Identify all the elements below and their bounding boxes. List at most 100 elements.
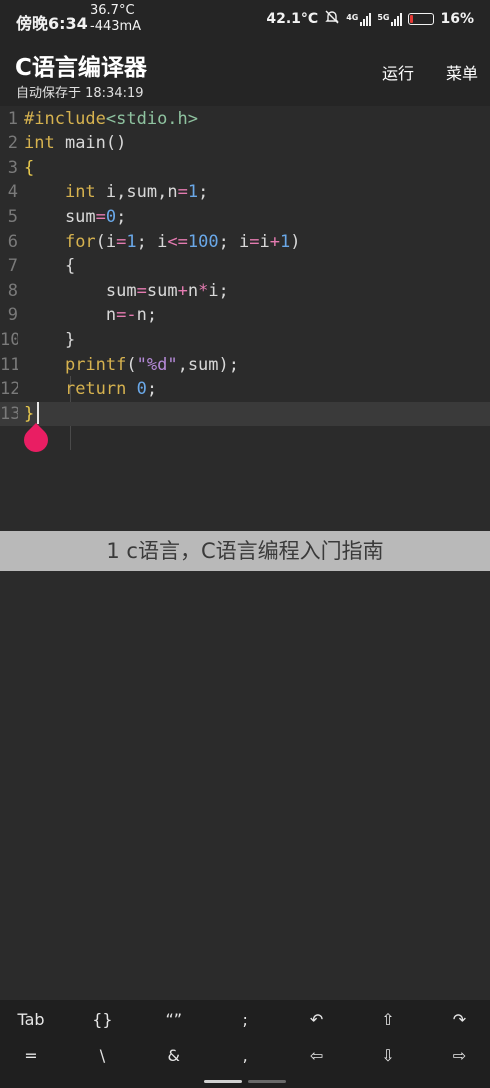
code-line[interactable]: 8 sum=sum+n*i; [0, 279, 490, 304]
code-token-operator: = [249, 231, 260, 252]
code-token-operator: + [269, 231, 281, 252]
code-token-default: ; i [136, 231, 168, 252]
line-number: 4 [7, 182, 18, 203]
line-number: 6 [7, 231, 18, 252]
keyboard-key[interactable]: & [139, 1038, 209, 1074]
code-token-number: 1 [187, 182, 199, 203]
keyboard-key[interactable]: \ [67, 1038, 137, 1074]
app-header: C语言编译器 自动保存于 18:34:19 运行 菜单 [0, 40, 490, 106]
code-token-operator: * [198, 280, 209, 301]
code-token-default: ,sum); [177, 354, 239, 375]
keyboard-key[interactable]: ⇦ [282, 1038, 352, 1074]
code-token-default: n [187, 280, 199, 301]
code-token-default: sum [146, 280, 178, 301]
code-token-operator: = [177, 182, 188, 203]
code-token-default: (i [95, 231, 117, 252]
code-token-default: } [24, 329, 76, 350]
code-token-default: i,sum,n [95, 182, 178, 203]
code-token-default: { [24, 256, 76, 277]
code-text: sum=0; [24, 205, 126, 230]
code-token-operator: =- [116, 305, 137, 326]
status-temperature: 36.7°C -443mA [90, 3, 141, 35]
code-token-brace: } [24, 403, 35, 424]
line-number: 9 [7, 305, 18, 326]
line-number: 12 [0, 379, 18, 400]
code-line[interactable]: 6 for(i=1; i<=100; i=i+1) [0, 230, 490, 255]
code-token-number: 0 [105, 206, 117, 227]
battery-fill [410, 15, 414, 23]
code-token-default [24, 355, 65, 375]
signal-5g-icon: 5G [377, 12, 403, 26]
code-token-number: 100 [187, 231, 219, 252]
keyboard-key[interactable]: , [210, 1038, 280, 1074]
home-indicator[interactable] [204, 1080, 242, 1083]
code-line[interactable]: 13} [0, 401, 490, 427]
code-token-operator: + [177, 280, 188, 301]
keyboard-key[interactable]: ↷ [424, 1002, 490, 1038]
run-button[interactable]: 运行 [382, 60, 414, 84]
status-time: 傍晚6:34 [16, 14, 88, 33]
code-text: sum=sum+n*i; [24, 279, 229, 304]
code-text: #include<stdio.h> [24, 107, 198, 132]
code-token-default: n; [136, 305, 158, 326]
battery-percent: 16% [440, 11, 474, 27]
code-text: { [24, 254, 75, 279]
keyboard-key[interactable]: “” [139, 1002, 209, 1038]
keyboard-key[interactable]: = [0, 1038, 66, 1074]
code-token-default: ; [146, 379, 158, 400]
code-line[interactable]: 11 printf("%d",sum); [0, 353, 490, 378]
code-token-default [126, 379, 136, 399]
line-number: 8 [7, 280, 18, 301]
code-token-brace: { [24, 157, 35, 178]
code-text: { [24, 156, 34, 181]
status-bar: 傍晚6:34 36.7°C -443mA 42.1°C 4G 5G 16% [0, 0, 490, 40]
keyboard-key[interactable]: ⇧ [353, 1002, 423, 1038]
keyboard-key[interactable]: ↶ [282, 1002, 352, 1038]
code-text: return 0; [24, 377, 157, 402]
line-number: 7 [7, 256, 18, 277]
code-token-default: main() [54, 133, 127, 154]
code-line[interactable]: 1 #include<stdio.h> [0, 107, 490, 132]
line-number: 13 [0, 403, 18, 424]
code-text: int main() [24, 131, 126, 156]
code-token-operator: = [136, 280, 147, 301]
text-caret [37, 402, 39, 424]
battery-temp: 36.7°C [90, 3, 135, 18]
code-token-number: 1 [126, 231, 137, 252]
code-line[interactable]: 9 n=-n; [0, 303, 490, 328]
code-token-default: ) [290, 231, 301, 252]
code-line[interactable]: 5 sum=0; [0, 205, 490, 230]
keyboard-key[interactable]: ⇩ [353, 1038, 423, 1074]
code-line[interactable]: 2 int main() [0, 131, 490, 156]
code-line[interactable]: 12 return 0; [0, 377, 490, 402]
line-number: 10 [0, 329, 18, 350]
code-token-keyword: int [24, 133, 55, 154]
code-line[interactable]: 10 } [0, 328, 490, 353]
line-number: 3 [7, 157, 18, 178]
autosave-status: 自动保存于 18:34:19 [16, 86, 144, 101]
keyboard-key[interactable]: {} [67, 1002, 137, 1038]
menu-button[interactable]: 菜单 [446, 60, 478, 84]
bell-muted-icon [324, 9, 340, 29]
code-token-default: ( [126, 354, 137, 375]
code-token-default: i [259, 231, 270, 252]
keyboard-key[interactable]: ; [210, 1002, 280, 1038]
code-line[interactable]: 4 int i,sum,n=1; [0, 180, 490, 205]
line-number: 2 [7, 133, 18, 154]
code-token-default: ; [116, 206, 127, 227]
keyboard-key[interactable]: ⇨ [424, 1038, 490, 1074]
code-token-keyword: return [64, 379, 127, 400]
code-token-keyword: for [64, 231, 96, 252]
code-token-keyword: int [64, 182, 96, 203]
code-text: n=-n; [24, 303, 157, 328]
code-token-operator: <= [167, 231, 188, 252]
code-token-default: sum [24, 206, 96, 227]
code-token-default [24, 379, 65, 399]
code-line[interactable]: 7 { [0, 254, 490, 279]
battery-current: -443mA [90, 19, 142, 34]
code-editor[interactable]: 1 #include<stdio.h> 2 int main() 3{4 int i,s… [0, 106, 490, 531]
home-indicator-secondary [248, 1080, 286, 1083]
code-line[interactable]: 3{ [0, 156, 490, 181]
keyboard-key[interactable]: Tab [0, 1002, 66, 1038]
code-token-default [24, 182, 65, 202]
